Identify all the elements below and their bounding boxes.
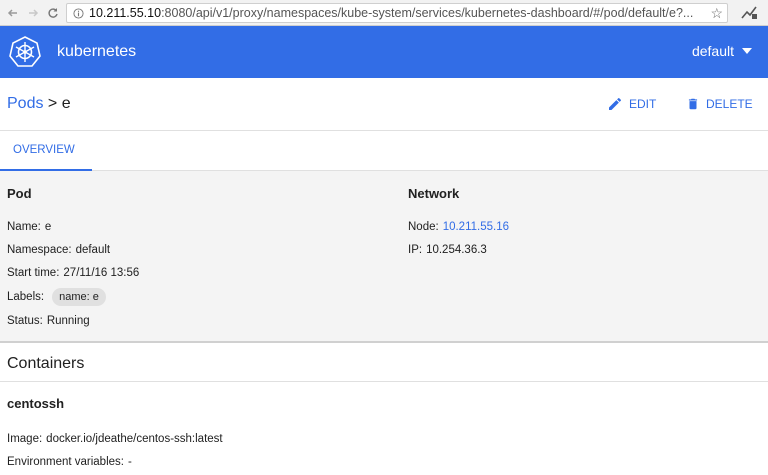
container-env-key: Environment variables: [7, 455, 124, 468]
extension-icon[interactable] [740, 5, 758, 21]
pod-start-row: Start time: 27/11/16 13:56 [7, 261, 139, 284]
reload-icon[interactable] [46, 6, 60, 20]
breadcrumb-pods-link[interactable]: Pods [7, 95, 43, 112]
info-icon[interactable] [73, 7, 84, 19]
network-section: Network Node: 10.211.55.16 IP: 10.254.36… [408, 186, 509, 261]
container-image-key: Image: [7, 432, 43, 445]
pod-name-key: Name: [7, 220, 41, 233]
breadcrumb-current: e [61, 95, 71, 112]
container-env-value: - [127, 455, 132, 468]
app-brand[interactable]: kubernetes [57, 43, 136, 61]
pod-start-value: 27/11/16 13:56 [63, 266, 140, 279]
pod-status-row: Status: Running [7, 309, 139, 332]
network-node-key: Node: [408, 220, 439, 233]
namespace-selector[interactable]: default [692, 43, 752, 59]
network-ip-value: 10.254.36.3 [426, 243, 487, 256]
container-image-value: docker.io/jdeathe/centos-ssh:latest [46, 432, 223, 445]
containers-title: Containers [0, 346, 768, 382]
kubernetes-logo-icon[interactable] [9, 36, 41, 68]
container-env-row: Environment variables: - [7, 450, 768, 473]
pod-section-title: Pod [7, 186, 32, 201]
edit-button[interactable]: EDIT [607, 96, 656, 112]
pencil-icon [609, 97, 622, 110]
node-link[interactable]: 10.211.55.16 [443, 221, 509, 233]
chevron-down-icon [742, 48, 752, 54]
network-section-title: Network [408, 186, 460, 201]
address-bar[interactable]: 10.211.55.10:8080/api/v1/proxy/namespace… [66, 3, 728, 23]
pod-labels-row: Labels: name: e [7, 284, 139, 309]
breadcrumb-separator: > [43, 95, 62, 112]
overview-panel: Pod Name: e Namespace: default Start tim… [0, 171, 768, 343]
trash-icon [688, 98, 698, 110]
tab-bar: OVERVIEW [0, 131, 768, 171]
network-ip-key: IP: [408, 243, 423, 256]
delete-label: DELETE [706, 97, 753, 111]
network-node-row: Node: 10.211.55.16 [408, 215, 509, 238]
namespace-label: default [691, 43, 734, 59]
pod-labels-key: Labels: [7, 290, 45, 303]
breadcrumb: Pods > e [7, 95, 71, 113]
tab-overview[interactable]: OVERVIEW [0, 131, 92, 171]
label-chip: name: e [52, 287, 106, 306]
action-bar: Pods > e EDIT DELETE [0, 78, 768, 131]
edit-label: EDIT [629, 97, 657, 111]
url-path: :8080/api/v1/proxy/namespaces/kube-syste… [161, 6, 694, 20]
pod-status-value: Running [46, 314, 90, 327]
network-ip-row: IP: 10.254.36.3 [408, 238, 509, 261]
container-name: centossh [7, 396, 65, 411]
delete-button[interactable]: DELETE [686, 96, 753, 112]
pod-namespace-row: Namespace: default [7, 238, 139, 261]
pod-namespace-key: Namespace: [7, 243, 72, 256]
forward-icon[interactable] [26, 6, 40, 20]
bookmark-star-icon[interactable]: ☆ [710, 5, 723, 22]
pod-namespace-value: default [75, 243, 111, 256]
container-card: centossh Image: docker.io/jdeathe/centos… [0, 396, 768, 473]
back-icon[interactable] [6, 6, 20, 20]
container-image-row: Image: docker.io/jdeathe/centos-ssh:late… [7, 427, 768, 450]
pod-start-key: Start time: [7, 266, 60, 279]
browser-toolbar: 10.211.55.10:8080/api/v1/proxy/namespace… [0, 0, 768, 26]
pod-section: Pod Name: e Namespace: default Start tim… [7, 186, 139, 332]
pod-name-value: e [44, 220, 52, 233]
url-host: 10.211.55.10 [89, 6, 162, 20]
pod-status-key: Status: [7, 314, 43, 327]
pod-name-row: Name: e [7, 215, 139, 238]
app-header: kubernetes default [0, 26, 768, 78]
